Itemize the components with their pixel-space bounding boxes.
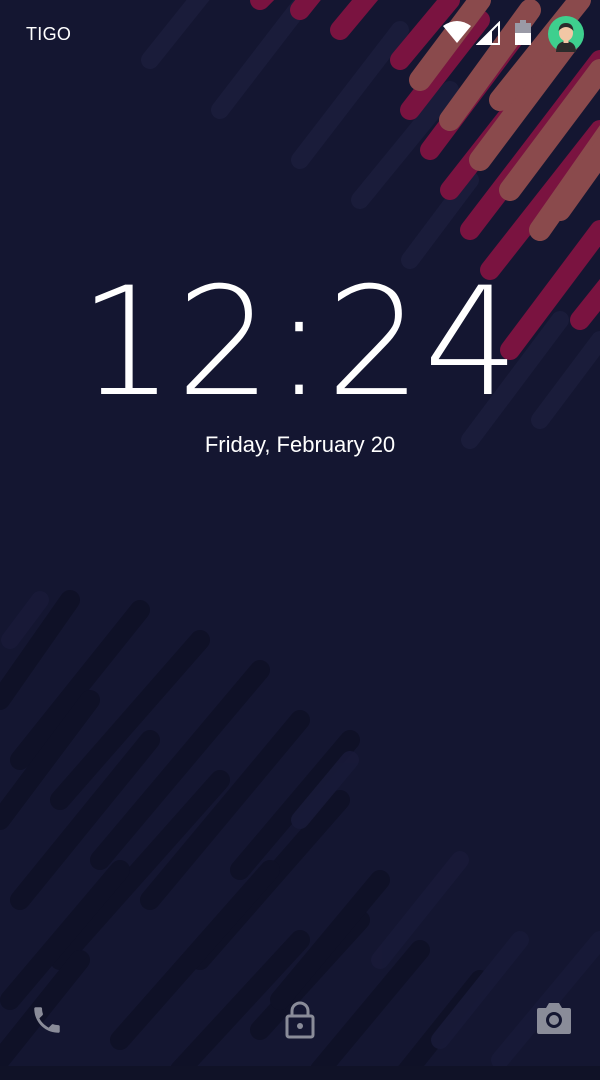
- wifi-icon: [443, 21, 471, 43]
- lock-screen: TIGO 12:24 Friday, February 20: [0, 0, 600, 1080]
- phone-icon[interactable]: [30, 1003, 64, 1037]
- camera-icon[interactable]: [535, 1001, 573, 1035]
- status-bar: TIGO: [0, 0, 600, 68]
- battery-icon: [515, 20, 531, 45]
- user-avatar-icon[interactable]: [548, 16, 584, 52]
- carrier-name: TIGO: [26, 24, 72, 44]
- unlock-icon[interactable]: [284, 1000, 316, 1040]
- lockscreen-date: Friday, February 20: [204, 432, 396, 457]
- wallpaper: [0, 0, 600, 1080]
- cell-signal-icon: [476, 21, 500, 45]
- bottom-edge: [0, 1066, 600, 1080]
- lockscreen-clock: 12:24: [78, 256, 522, 430]
